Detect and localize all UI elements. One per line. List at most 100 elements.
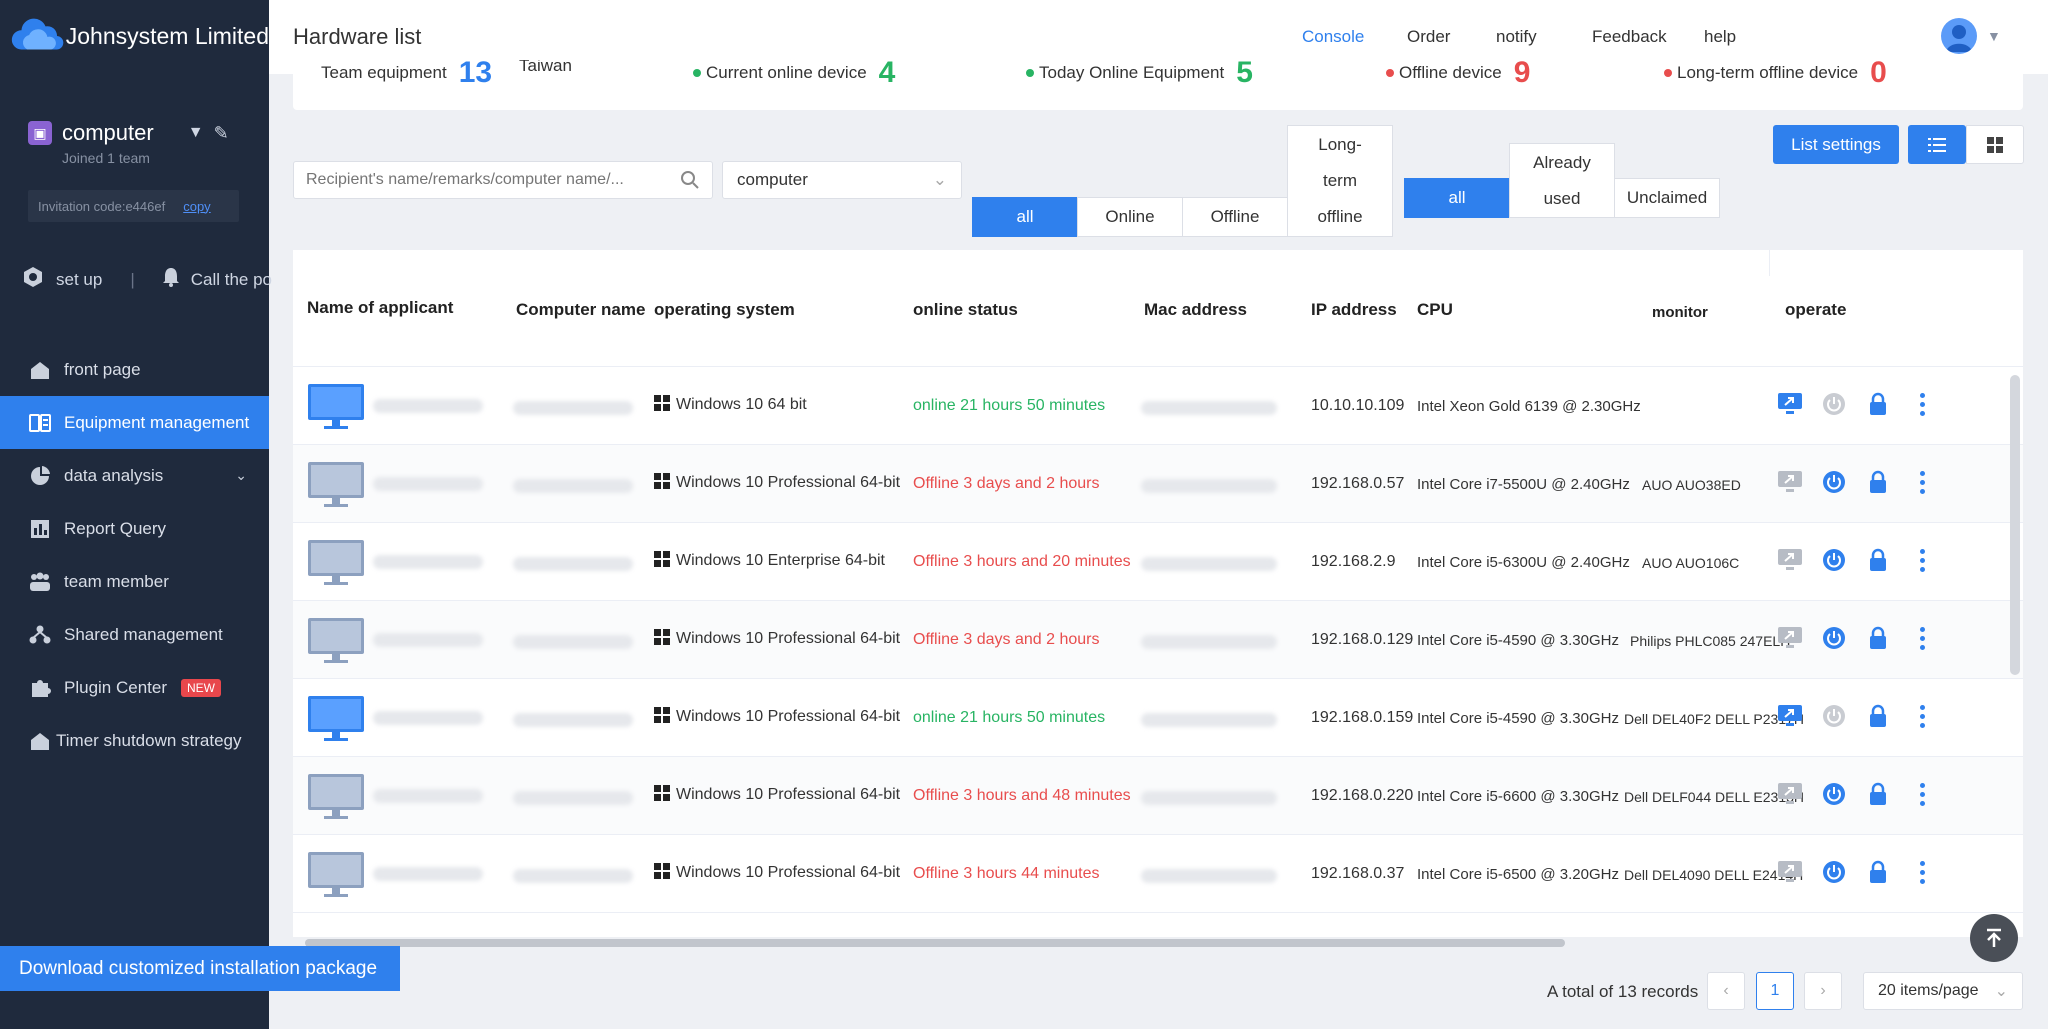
table-row[interactable]: Windows 10 Professional 64-bit online 21 … [293,679,2023,757]
nav-console[interactable]: Console [1302,27,1364,47]
power-icon[interactable] [1819,779,1849,809]
red-dot-icon [1386,69,1394,77]
sidebar-item-shared-management[interactable]: Shared management [0,608,269,661]
settings-icon [22,266,44,293]
download-package-button[interactable]: Download customized installation package [0,946,400,991]
back-to-top-button[interactable] [1970,914,2018,962]
setup-link[interactable]: set up [56,270,102,290]
sidebar-item-data-analysis[interactable]: data analysis ⌄ [0,449,269,502]
plugin-icon [28,676,52,700]
status-tab-all[interactable]: all [972,197,1078,237]
copy-link[interactable]: copy [183,199,210,214]
redacted-mac-address [1141,713,1277,727]
remote-screen-icon[interactable] [1775,545,1805,575]
table-row[interactable]: Windows 10 64 bit online 21 hours 50 minu… [293,367,2023,445]
remote-screen-icon[interactable] [1775,467,1805,497]
page-button[interactable]: 1 [1756,972,1794,1010]
edit-icon[interactable]: ✎ [214,123,229,144]
lock-icon[interactable] [1863,545,1893,575]
sidebar-item-plugin-center[interactable]: Plugin Center NEW [0,661,269,714]
table-row[interactable]: Windows 10 Professional 64-bit Offline 3 … [293,445,2023,523]
search-input[interactable] [306,171,680,189]
column-header: operate [1785,300,1847,319]
sidebar-item-equipment-management[interactable]: Equipment management [0,396,269,449]
table-row[interactable]: Windows 10 Professional 64-bit Offline 3 … [293,835,2023,913]
more-icon[interactable] [1907,623,1937,653]
remote-screen-icon[interactable] [1775,857,1805,887]
ip-address: 192.168.0.129 [1311,631,1414,648]
team-select[interactable]: computer ⌄ [722,161,962,199]
nav-notify[interactable]: notify [1496,27,1537,47]
call-link[interactable]: Call the po [191,270,272,290]
scrollbar-thumb[interactable] [305,939,1565,947]
caret-down-icon[interactable]: ▼ [1987,28,2001,44]
more-icon[interactable] [1907,545,1937,575]
table-row[interactable]: Windows 10 Enterprise 64-bit Offline 3 ho… [293,523,2023,601]
power-icon[interactable] [1819,857,1849,887]
power-icon[interactable] [1819,701,1849,731]
lock-icon[interactable] [1863,701,1893,731]
lock-icon[interactable] [1863,623,1893,653]
row-operations [1775,779,1937,809]
power-icon[interactable] [1819,467,1849,497]
sidebar-item-team-member[interactable]: team member [0,555,269,608]
status-tab-offline[interactable]: Offline [1182,197,1288,237]
lock-icon[interactable] [1863,779,1893,809]
remote-screen-icon[interactable] [1775,701,1805,731]
lock-icon[interactable] [1863,467,1893,497]
cpu: Intel Xeon Gold 6139 @ 2.30GHz [1417,398,1641,415]
redacted-computer-name [513,713,633,727]
grid-view-button[interactable] [1966,125,2024,164]
status-tab-long-term-offline[interactable]: Long-term offline [1287,125,1393,237]
lock-icon[interactable] [1863,389,1893,419]
prev-page-button[interactable]: ‹ [1707,972,1745,1010]
ip-address: 10.10.10.109 [1311,397,1405,414]
sidebar-item-timer-shutdown[interactable]: Timer shutdown strategy [0,714,269,767]
next-page-button[interactable]: › [1804,972,1842,1010]
claim-tab-unclaimed[interactable]: Unclaimed [1614,178,1720,218]
power-icon[interactable] [1819,623,1849,653]
online-status: Offline 3 hours and 20 minutes [913,553,1131,570]
table-row[interactable]: Windows 10 Professional 64-bit Offline 3 … [293,757,2023,835]
remote-screen-icon[interactable] [1775,623,1805,653]
os-cell: Windows 10 Professional 64-bit [654,785,900,804]
more-icon[interactable] [1907,857,1937,887]
remote-screen-icon[interactable] [1775,779,1805,809]
list-settings-button[interactable]: List settings [1773,125,1899,164]
monitor: Philips PHLC085 247ELH [1630,633,1791,649]
claim-tab-already-used[interactable]: Already used [1509,143,1615,218]
os-text: Windows 10 Professional 64-bit [676,474,901,491]
more-icon[interactable] [1907,467,1937,497]
caret-down-icon[interactable]: ▼ [188,124,204,142]
chevron-down-icon[interactable]: ⌄ [235,467,247,484]
more-icon[interactable] [1907,389,1937,419]
redacted-applicant-name [373,477,483,491]
table-row[interactable]: Windows 10 Professional 64-bit Offline 3 … [293,601,2023,679]
chevron-down-icon: ⌄ [1994,983,2008,1000]
claim-tab-all[interactable]: all [1404,178,1510,218]
page-size-select[interactable]: 20 items/page ⌄ [1863,972,2023,1010]
redacted-applicant-name [373,711,483,725]
sidebar-item-front-page[interactable]: front page [0,343,269,396]
lock-icon[interactable] [1863,857,1893,887]
nav-feedback[interactable]: Feedback [1592,27,1667,47]
horizontal-scrollbar[interactable] [293,937,2023,949]
nav-order[interactable]: Order [1407,27,1450,47]
brand[interactable]: Johnsystem Limited [0,0,269,72]
power-icon[interactable] [1819,545,1849,575]
stat-team-equipment: Team equipment 13 [321,60,492,90]
status-tab-online[interactable]: Online [1077,197,1183,237]
remote-screen-icon[interactable] [1775,389,1805,419]
more-icon[interactable] [1907,701,1937,731]
list-view-button[interactable] [1908,125,1966,164]
more-icon[interactable] [1907,779,1937,809]
vertical-scrollbar[interactable] [2010,375,2020,675]
nav-help[interactable]: help [1704,27,1736,47]
stat-label: Today Online Equipment [1039,63,1225,82]
sidebar-item-report-query[interactable]: Report Query [0,502,269,555]
redacted-computer-name [513,401,633,415]
search-icon[interactable] [680,170,700,190]
team-name[interactable]: computer [62,120,154,146]
avatar[interactable] [1941,18,1977,54]
power-icon[interactable] [1819,389,1849,419]
